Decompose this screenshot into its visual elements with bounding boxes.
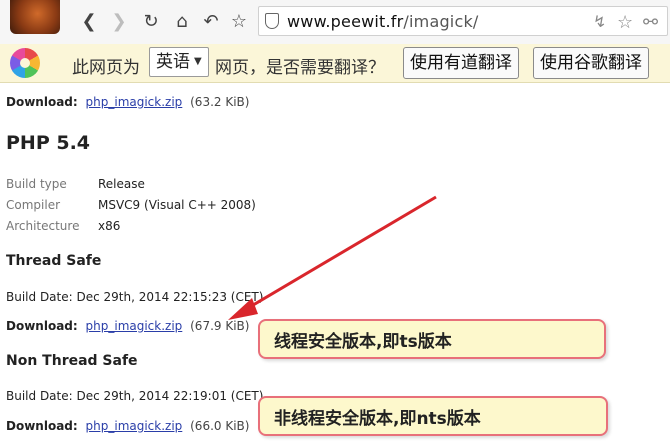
non-thread-safe-build-date: Build Date: Dec 29th, 2014 22:19:01 (CET…	[6, 389, 264, 403]
download-line: Download: php_imagick.zip (63.2 KiB)	[6, 95, 253, 109]
address-bar[interactable]: www.peewit.fr/imagick/ ↯ ☆ ⚯	[258, 6, 668, 36]
chevron-down-icon: ▼	[194, 56, 202, 67]
non-thread-safe-heading: Non Thread Safe	[6, 353, 138, 369]
url-text[interactable]: www.peewit.fr/imagick/	[287, 12, 479, 31]
reload-icon[interactable]: ↻	[140, 10, 162, 32]
ts-callout: 线程安全版本,即ts版本	[258, 319, 606, 359]
non-thread-safe-download-line: Download: php_imagick.zip (66.0 KiB)	[6, 419, 253, 433]
language-select[interactable]: 英语 ▼	[149, 47, 209, 77]
meta-key: Architecture	[6, 219, 80, 233]
thread-safe-build-date: Build Date: Dec 29th, 2014 22:15:23 (CET…	[6, 290, 264, 304]
nts-callout: 非线程安全版本,即nts版本	[258, 396, 608, 436]
meta-value: MSVC9 (Visual C++ 2008)	[98, 198, 256, 212]
download-label: Download:	[6, 419, 78, 433]
language-select-label: 英语	[156, 52, 190, 72]
meta-key: Build type	[6, 177, 67, 191]
home-icon[interactable]: ⌂	[171, 10, 193, 32]
youdao-translate-button[interactable]: 使用有道翻译	[403, 47, 519, 79]
download-link[interactable]: php_imagick.zip	[86, 95, 183, 109]
profile-avatar[interactable]	[10, 0, 60, 34]
back-icon[interactable]: ❮	[78, 10, 100, 32]
lightning-icon[interactable]: ↯	[593, 12, 606, 31]
file-size: (66.0 KiB)	[190, 419, 250, 433]
thread-safe-heading: Thread Safe	[6, 253, 102, 269]
download-label: Download:	[6, 319, 78, 333]
arrow-shaft	[247, 195, 437, 310]
google-translate-button[interactable]: 使用谷歌翻译	[533, 47, 649, 79]
translate-bar: 此网页为 英语 ▼ 网页，是否需要翻译？ 使用有道翻译 使用谷歌翻译	[0, 44, 670, 83]
translate-question: 网页，是否需要翻译？	[215, 58, 385, 78]
non-thread-safe-download-link[interactable]: php_imagick.zip	[86, 419, 183, 433]
translate-logo-icon	[10, 48, 40, 78]
thread-safe-download-link[interactable]: php_imagick.zip	[86, 319, 183, 333]
shield-icon	[265, 13, 279, 29]
meta-key: Compiler	[6, 198, 61, 212]
version-heading: PHP 5.4	[6, 132, 91, 154]
star-icon[interactable]: ☆	[228, 10, 250, 32]
meta-value: Release	[98, 177, 145, 191]
file-size: (63.2 KiB)	[190, 95, 250, 109]
thread-safe-download-line: Download: php_imagick.zip (67.9 KiB)	[6, 319, 253, 333]
file-size: (67.9 KiB)	[190, 319, 250, 333]
undo-icon[interactable]: ↶	[200, 10, 222, 32]
bookmark-star-icon[interactable]: ☆	[617, 12, 633, 33]
browser-toolbar: ❮ ❯ ↻ ⌂ ↶ ☆ www.peewit.fr/imagick/ ↯ ☆ ⚯	[0, 0, 670, 45]
translate-prefix: 此网页为	[72, 58, 140, 78]
share-icon[interactable]: ⚯	[643, 12, 658, 33]
meta-value: x86	[98, 219, 121, 233]
download-label: Download:	[6, 95, 78, 109]
forward-icon[interactable]: ❯	[108, 10, 130, 32]
